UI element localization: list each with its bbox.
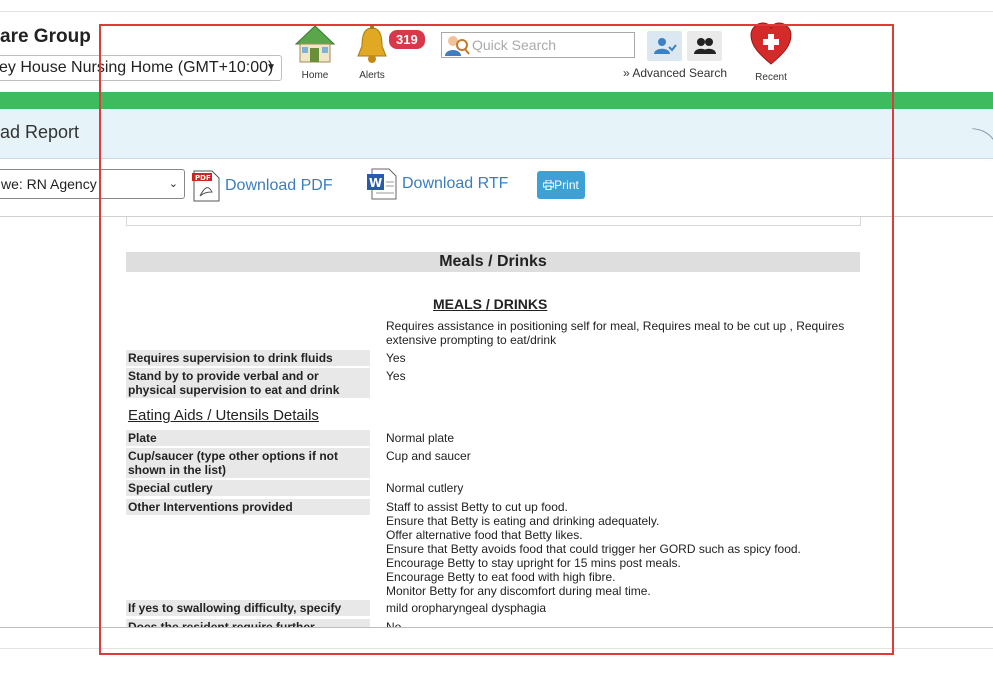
pdf-file-icon: PDF [192, 170, 220, 202]
intervention-line: Offer alternative food that Betty likes. [386, 528, 583, 542]
field-value: Yes [386, 369, 406, 383]
field-value: Cup and saucer [386, 449, 471, 463]
meals-summary: Requires assistance in positioning self … [386, 319, 845, 347]
resident-search-button[interactable] [647, 31, 682, 61]
home-icon [294, 25, 336, 63]
field-label: Special cutlery [126, 480, 370, 496]
heart-plus-icon [750, 22, 792, 65]
intervention-line: Monitor Betty for any discomfort during … [386, 584, 651, 598]
home-label: Home [301, 70, 329, 81]
facility-dropdown-value: ey House Nursing Home (GMT+10:00) [0, 59, 274, 76]
svg-text:W: W [369, 176, 382, 190]
advanced-search-link[interactable]: » Advanced Search [623, 66, 727, 80]
person-check-icon [653, 38, 677, 54]
print-label: Print [554, 178, 579, 192]
recent-nav-button[interactable]: Recent [748, 22, 794, 83]
field-value: No [386, 620, 402, 627]
field-label: Cup/saucer (type other options if not sh… [126, 448, 370, 478]
home-nav-button[interactable]: Home [291, 24, 339, 81]
intervention-line: Ensure that Betty is eating and drinking… [386, 514, 660, 528]
chevron-down-icon: ⌄ [168, 178, 178, 190]
print-button[interactable]: Print [537, 171, 585, 199]
top-divider [0, 11, 993, 12]
download-pdf-button[interactable]: PDF Download PDF [192, 170, 333, 202]
field-label: If yes to swallowing difficulty, specify [126, 600, 370, 616]
interventions-value: Staff to assist Betty to cut up food. En… [386, 500, 801, 598]
field-label: Does the resident require further [126, 619, 370, 627]
previous-section-table-edge [126, 217, 861, 226]
facility-dropdown[interactable]: ey House Nursing Home (GMT+10:00) ▼ [0, 55, 282, 81]
alerts-count-badge[interactable]: 319 [387, 28, 427, 51]
field-value: mild oropharyngeal dysphagia [386, 601, 547, 615]
bell-icon [357, 25, 387, 63]
intervention-line: Staff to assist Betty to cut up food. [386, 500, 568, 514]
accent-bar [0, 92, 993, 109]
section-subtitle: MEALS / DRINKS [433, 296, 548, 312]
report-template-dropdown[interactable]: we: RN Agency ⌄ [0, 169, 185, 199]
report-content[interactable]: Meals / Drinks MEALS / DRINKS Requires a… [0, 217, 993, 627]
people-icon [693, 38, 716, 54]
field-value: Normal cutlery [386, 481, 464, 495]
field-label: Stand by to provide verbal and or physic… [126, 368, 370, 398]
bottom-divider-light [0, 648, 993, 649]
quick-search-input[interactable] [472, 35, 630, 55]
field-label: Other Interventions provided [126, 499, 370, 515]
report-title: ad Report [0, 122, 80, 142]
download-rtf-label: Download RTF [402, 175, 509, 192]
download-pdf-label: Download PDF [225, 177, 333, 194]
quick-search-box[interactable] [441, 32, 635, 58]
bottom-divider [0, 627, 993, 628]
svg-text:PDF: PDF [195, 174, 211, 182]
field-value: Normal plate [386, 431, 455, 445]
printer-icon [543, 180, 555, 190]
recent-label: Recent [755, 72, 787, 83]
group-title: are Group [0, 26, 91, 47]
field-value: Yes [386, 351, 406, 365]
app-window: are Group ey House Nursing Home (GMT+10:… [0, 0, 993, 680]
staff-search-button[interactable] [687, 31, 722, 61]
word-file-icon: W [367, 168, 397, 200]
intervention-line: Encourage Betty to eat food with high fi… [386, 570, 616, 584]
report-template-value: we: RN Agency [1, 176, 97, 192]
download-rtf-button[interactable]: W Download RTF [367, 168, 508, 200]
alerts-label: Alerts [359, 70, 385, 81]
report-title-band [0, 109, 993, 159]
intervention-line: Encourage Betty to stay upright for 15 m… [386, 556, 681, 570]
intervention-line: Ensure that Betty avoids food that could… [386, 542, 801, 556]
caret-down-icon: ▼ [266, 62, 276, 73]
person-search-icon [445, 36, 470, 56]
field-label: Requires supervision to drink fluids [126, 350, 370, 366]
section-header: Meals / Drinks [126, 252, 860, 272]
eating-aids-heading: Eating Aids / Utensils Details [128, 407, 319, 424]
field-label: Plate [126, 430, 370, 446]
alerts-nav-button[interactable]: Alerts [352, 24, 392, 81]
